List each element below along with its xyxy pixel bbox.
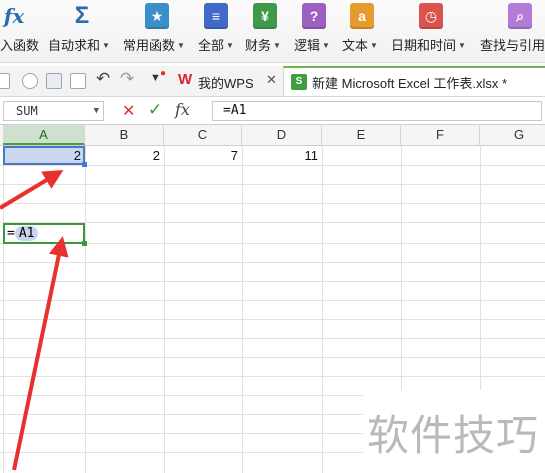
watermark-text: 软件技巧: [367, 411, 540, 460]
arrow-to-a1: [0, 169, 64, 210]
arrow-to-edit-cell: [12, 236, 69, 471]
